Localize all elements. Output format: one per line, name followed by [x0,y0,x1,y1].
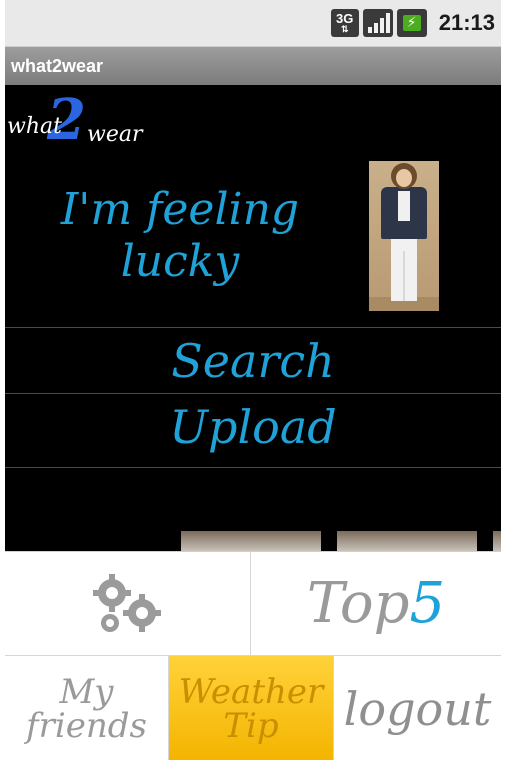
divider [5,393,501,394]
divider [5,327,501,328]
app-logo: 2 what wear [7,90,147,156]
signal-strength-icon [362,9,393,37]
data-arrows-icon: ⇅ [340,23,349,34]
outfit-photo[interactable] [369,161,439,311]
outfit-thumbnail[interactable] [493,531,501,551]
logout-button[interactable]: logout [333,656,501,760]
search-button[interactable]: Search [5,334,501,388]
outfit-thumbnails [181,531,501,551]
status-clock: 21:13 [438,10,495,35]
outfit-thumbnail[interactable] [337,531,477,551]
options-menu: Top5 My friends Weather Tip logout [5,551,501,760]
logo-wear: wear [87,122,143,147]
battery-charging-icon: ⚡ [396,9,427,37]
top5-digit: 5 [409,570,446,636]
gears-icon [92,573,161,632]
network-label: 3G [336,10,354,26]
phone-screen: 3G ⇅ ⚡ 21:13 what2wear 2 what wear I'm f… [5,0,501,760]
outfit-thumbnail[interactable] [181,531,321,551]
upload-button[interactable]: Upload [5,400,501,454]
app-title-bar: what2wear [5,47,501,85]
status-bar: 3G ⇅ ⚡ 21:13 [5,0,501,47]
status-icons: 3G ⇅ ⚡ 21:13 [330,8,495,38]
logo-what: what [7,114,62,139]
divider [5,467,501,468]
my-friends-button[interactable]: My friends [5,656,169,760]
feeling-lucky-button[interactable]: I'm feeling lucky [55,184,305,288]
my-friends-label: My friends [26,671,147,746]
top5-button[interactable]: Top5 [251,552,501,656]
weather-tip-label: Weather Tip [178,671,324,746]
top5-label: Top5 [307,575,445,632]
home-main: 2 what wear I'm feeling lucky Search Upl… [5,86,501,551]
weather-tip-button[interactable]: Weather Tip [169,656,333,760]
top5-word: Top [306,570,410,636]
logout-label: logout [343,681,492,736]
app-title: what2wear [11,56,104,76]
network-3g-icon: 3G ⇅ [330,9,359,37]
settings-button[interactable] [5,552,251,656]
